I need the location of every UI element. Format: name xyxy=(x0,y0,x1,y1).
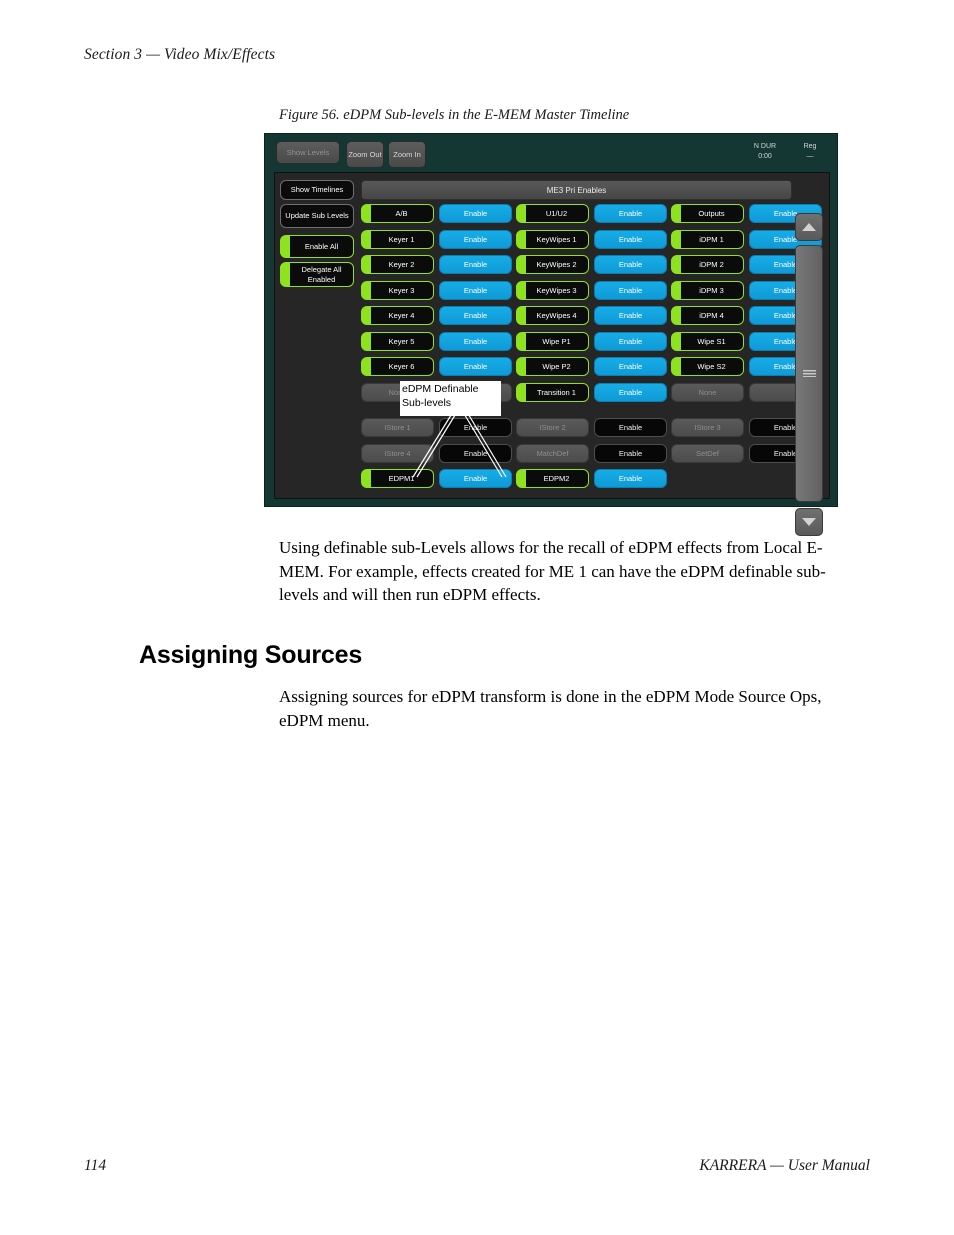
panel-work-area: Show Timelines Update Sub Levels Enable … xyxy=(274,172,830,536)
level-name-button[interactable]: Keyer 6 xyxy=(361,357,434,376)
level-name-button[interactable]: KeyWipes 2 xyxy=(516,255,589,274)
level-enable-button[interactable]: Enable xyxy=(594,204,667,223)
level-name-button[interactable]: Outputs xyxy=(671,204,744,223)
scroll-down-icon[interactable] xyxy=(795,508,823,536)
level-name-button[interactable]: Wipe P2 xyxy=(516,357,589,376)
grip-lines-icon xyxy=(802,370,816,377)
register-status: Reg — xyxy=(793,142,827,162)
level-header-label: ME3 Pri Enables xyxy=(361,180,792,200)
edpm-sublevels-panel: Show Levels Zoom Out Zoom In N DUR 0:00 … xyxy=(264,133,838,536)
level-name-button[interactable]: IStore 3 xyxy=(671,418,744,437)
level-enable-button[interactable]: Enable xyxy=(439,331,512,351)
level-name-button[interactable]: Wipe S1 xyxy=(671,331,744,351)
scroll-up-icon[interactable] xyxy=(795,213,823,241)
level-row: Keyer 4 Enable KeyWipes 4 Enable iDPM 4 Enabl… xyxy=(361,306,822,332)
level-row: IStore 4 Enable MatchDef Enable SetDef Enable xyxy=(361,443,822,470)
level-row: Keyer 3 Enable KeyWipes 3 Enable iDPM 3 Enabl… xyxy=(361,280,822,307)
register-value: — xyxy=(806,153,814,160)
page-number: 114 xyxy=(84,1157,107,1174)
scrollbar-thumb[interactable] xyxy=(795,245,823,502)
page-header: Section 3 — Video Mix/Effects xyxy=(84,46,276,63)
level-enable-button[interactable]: Enable xyxy=(594,443,667,463)
level-enable-button[interactable]: Enable xyxy=(594,418,667,437)
level-grid: A/B Enable U1/U2 Enable Outputs Enable Keyer 1… xyxy=(361,204,822,495)
level-name-button[interactable]: IStore 4 xyxy=(361,443,434,463)
zoom-in-button[interactable]: Zoom In xyxy=(388,141,426,168)
section-heading-assigning-sources: Assigning Sources xyxy=(139,641,363,669)
level-enable-button[interactable]: Enable xyxy=(594,331,667,351)
level-row: Keyer 2 Enable KeyWipes 2 Enable iDPM 2 Enabl… xyxy=(361,255,822,281)
level-name-empty xyxy=(671,469,744,488)
level-row: A/B Enable U1/U2 Enable Outputs Enable xyxy=(361,204,822,230)
level-enable-button[interactable]: Enable xyxy=(594,306,667,325)
level-name-button[interactable]: Keyer 5 xyxy=(361,331,434,351)
level-enable-button[interactable]: Enable xyxy=(594,280,667,300)
paragraph-definable-sublevels: Using definable sub-Levels allows for th… xyxy=(279,538,826,604)
level-enable-button[interactable]: Enable xyxy=(439,418,512,437)
zoom-out-button[interactable]: Zoom Out xyxy=(346,141,384,168)
level-enable-button[interactable]: Enable xyxy=(594,382,667,402)
level-row: Keyer 5 Enable Wipe P1 Enable Wipe S1 Enable xyxy=(361,331,822,358)
level-name-button[interactable]: Keyer 2 xyxy=(361,255,434,274)
level-name-button[interactable]: KeyWipes 1 xyxy=(516,229,589,249)
update-sub-levels-button[interactable]: Update Sub Levels xyxy=(280,204,354,228)
level-name-button[interactable]: None xyxy=(671,382,744,402)
level-name-button[interactable]: Keyer 4 xyxy=(361,306,434,325)
level-name-button[interactable]: U1/U2 xyxy=(516,204,589,223)
level-enable-button[interactable]: Enable xyxy=(439,280,512,300)
paragraph-assigning-sources: Assigning sources for eDPM transform is … xyxy=(279,687,822,730)
register-label: Reg xyxy=(803,143,817,150)
figure-caption: Figure 56. eDPM Sub-levels in the E-MEM … xyxy=(279,107,630,123)
level-name-button[interactable]: Keyer 1 xyxy=(361,229,434,249)
level-enable-button[interactable]: Enable xyxy=(439,469,512,488)
panel-toolbar: Show Levels Zoom Out Zoom In N DUR 0:00 … xyxy=(265,134,837,172)
level-enable-button[interactable]: Enable xyxy=(594,255,667,274)
manual-title-footer: KARRERA — User Manual xyxy=(699,1157,870,1174)
vertical-scrollbar[interactable] xyxy=(795,213,823,536)
duration-label: N DUR xyxy=(753,143,777,150)
duration-status: N DUR 0:00 xyxy=(745,142,785,162)
duration-value: 0:00 xyxy=(758,153,772,160)
level-name-button[interactable]: SetDef xyxy=(671,443,744,463)
level-enable-button[interactable]: Enable xyxy=(439,255,512,274)
level-enable-button[interactable]: Enable xyxy=(439,204,512,223)
level-name-button[interactable]: KeyWipes 3 xyxy=(516,280,589,300)
level-enable-button[interactable]: Enable xyxy=(439,306,512,325)
level-enable-button[interactable]: Enable xyxy=(439,357,512,376)
triangle-up-icon xyxy=(802,223,816,231)
level-name-button[interactable]: MatchDef xyxy=(516,443,589,463)
show-timelines-button[interactable]: Show Timelines xyxy=(280,180,354,200)
level-enable-button[interactable]: Enable xyxy=(594,357,667,376)
level-name-button[interactable]: IStore 1 xyxy=(361,418,434,437)
level-name-button[interactable]: KeyWipes 4 xyxy=(516,306,589,325)
level-name-button[interactable]: EDPM2 xyxy=(516,469,589,488)
level-name-button[interactable]: iDPM 1 xyxy=(671,229,744,249)
level-name-button[interactable]: iDPM 4 xyxy=(671,306,744,325)
level-name-button[interactable]: Transition 1 xyxy=(516,382,589,402)
level-enable-button[interactable]: Enable xyxy=(439,443,512,463)
level-name-button[interactable]: iDPM 2 xyxy=(671,255,744,274)
delegate-all-enabled-button[interactable]: Delegate All Enabled xyxy=(280,262,354,287)
level-name-button[interactable]: Wipe S2 xyxy=(671,357,744,376)
level-enable-button[interactable]: Enable xyxy=(594,229,667,249)
triangle-down-icon xyxy=(802,518,816,526)
level-name-button[interactable]: IStore 2 xyxy=(516,418,589,437)
enable-all-button[interactable]: Enable All xyxy=(280,235,354,258)
show-levels-button[interactable]: Show Levels xyxy=(276,141,340,164)
level-name-button[interactable]: EDPM1 xyxy=(361,469,434,488)
level-enable-button[interactable]: Enable xyxy=(439,229,512,249)
level-row: Keyer 6 Enable Wipe P2 Enable Wipe S2 Enable xyxy=(361,357,822,383)
level-row: EDPM1 Enable EDPM2 Enable xyxy=(361,469,801,495)
level-name-button[interactable]: iDPM 3 xyxy=(671,280,744,300)
level-name-button[interactable]: Wipe P1 xyxy=(516,331,589,351)
level-row: Keyer 1 Enable KeyWipes 1 Enable iDPM 1 Enabl… xyxy=(361,229,822,256)
callout-label: eDPM Definable Sub-levels xyxy=(400,381,501,416)
level-row: IStore 1 Enable IStore 2 Enable IStore 3 Enab… xyxy=(361,418,822,444)
level-enable-button[interactable]: Enable xyxy=(594,469,667,488)
level-name-button[interactable]: Keyer 3 xyxy=(361,280,434,300)
level-name-button[interactable]: A/B xyxy=(361,204,434,223)
